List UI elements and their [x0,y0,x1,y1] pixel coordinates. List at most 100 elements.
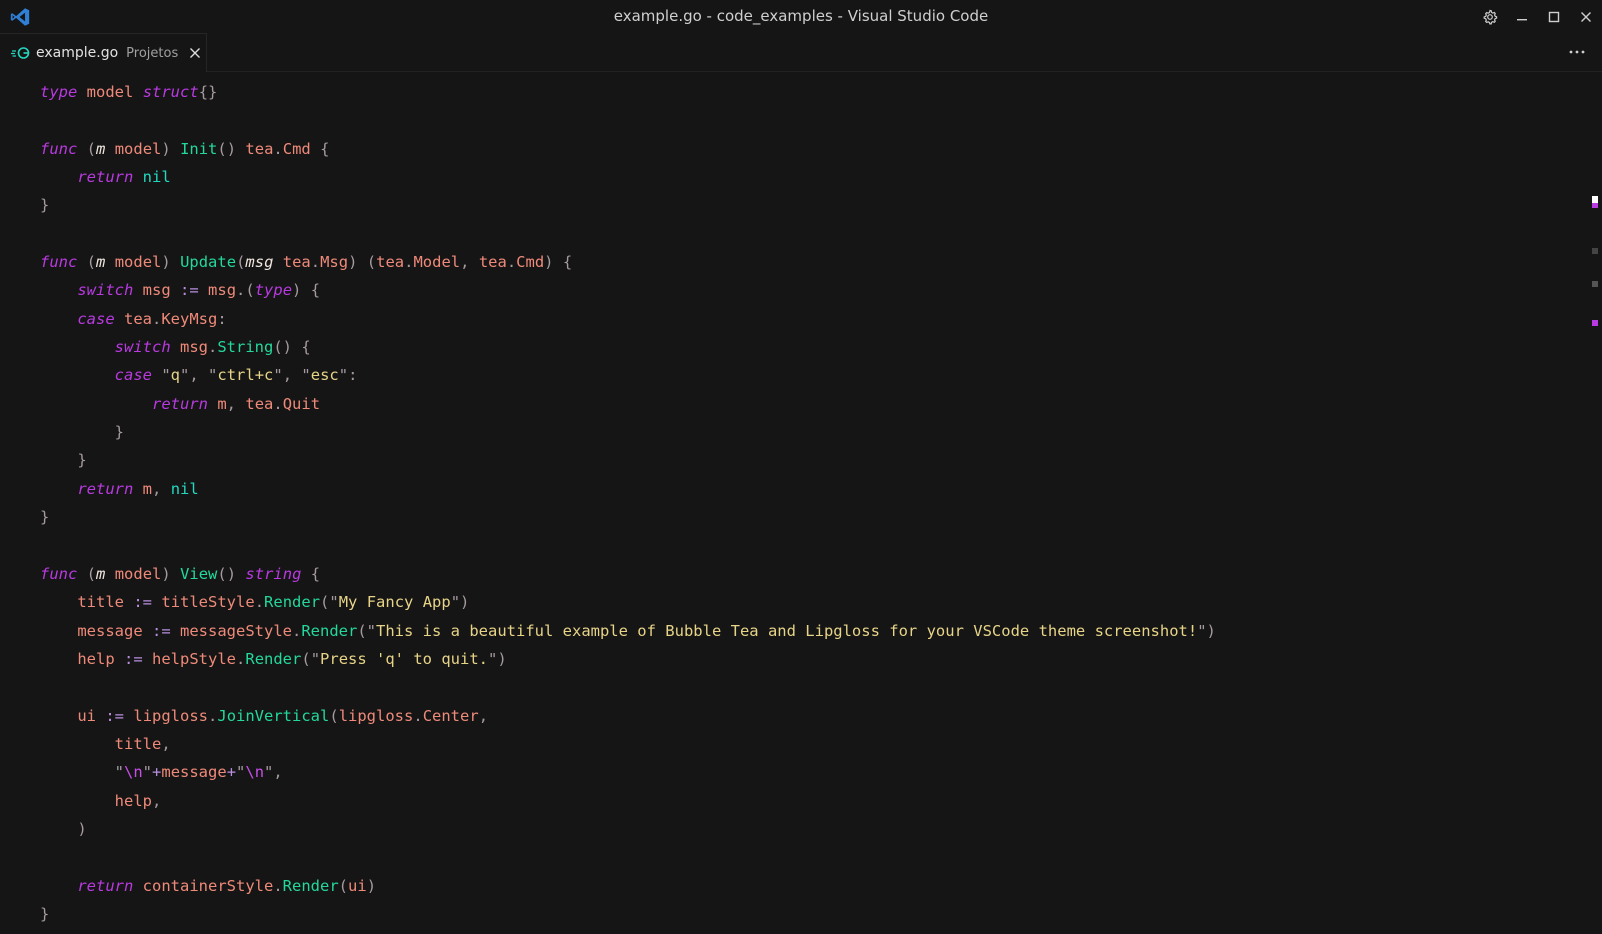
minimize-icon[interactable] [1506,0,1538,33]
code-token: func [40,253,78,272]
code-token: model [114,253,162,272]
code-line[interactable]: help, [40,787,1216,815]
overview-ruler[interactable] [1588,72,1602,934]
code-token: { [562,253,573,272]
code-line[interactable]: } [40,900,1216,928]
code-line[interactable]: return m, nil [40,475,1216,503]
code-line[interactable]: } [40,191,1216,219]
code-token: nil [170,479,199,498]
tab-example-go[interactable]: example.go Projetos [0,33,207,72]
code-token: containerStyle [142,876,274,895]
code-token: titleStyle [161,593,255,612]
code-line[interactable]: switch msg.String() { [40,333,1216,361]
code-token: type [40,83,78,101]
code-token: () [273,338,293,357]
close-icon[interactable] [187,45,203,61]
code-token: , [226,394,237,413]
code-line[interactable]: message := messageStyle.Render("This is … [40,617,1216,645]
code-token: {} [198,83,218,101]
code-token: Render [282,876,339,895]
code-token: . [292,621,302,640]
code-token: Msg [320,253,349,272]
code-line[interactable]: func (m model) View() string { [40,560,1216,588]
code-token: " [208,366,218,385]
window-close-icon[interactable] [1570,0,1602,33]
code-line[interactable]: help := helpStyle.Render("Press 'q' to q… [40,645,1216,673]
code-line[interactable]: ui := lipgloss.JoinVertical(lipgloss.Cen… [40,702,1216,730]
code-line[interactable]: title := titleStyle.Render("My Fancy App… [40,588,1216,616]
code-line[interactable] [40,843,1216,871]
code-token: ( [329,706,339,725]
code-token: . [506,253,517,272]
code-line[interactable] [40,220,1216,248]
code-line[interactable]: type model struct{} [40,78,1216,106]
code-token: := [180,281,199,300]
code-token: () [217,564,237,583]
code-token: ) [544,253,554,272]
code-token: { [301,338,311,357]
code-token: " [236,763,246,782]
code-line[interactable]: ) [40,815,1216,843]
code-content[interactable]: type model struct{} func (m model) Init(… [40,78,1216,928]
code-line[interactable]: return containerStyle.Render(ui) [40,872,1216,900]
code-token: View [180,564,218,583]
code-token: , [189,366,199,385]
code-line[interactable]: title, [40,730,1216,758]
code-line[interactable] [40,106,1216,134]
code-token: messageStyle [180,621,292,640]
code-token: ui [77,706,96,725]
gear-icon[interactable] [1474,0,1506,33]
code-line[interactable]: return m, tea.Quit [40,390,1216,418]
code-line[interactable]: case "q", "ctrl+c", "esc": [40,361,1216,389]
code-token: String [217,338,274,357]
code-token: Quit [282,394,321,413]
code-token: help [114,791,152,810]
maximize-icon[interactable] [1538,0,1570,33]
code-line[interactable] [40,532,1216,560]
code-line[interactable]: case tea.KeyMsg: [40,305,1216,333]
code-line[interactable]: return nil [40,163,1216,191]
code-line[interactable]: switch msg := msg.(type) { [40,276,1216,304]
code-token: esc [310,366,339,385]
code-token: { [310,281,321,300]
overview-marker [1592,281,1598,287]
code-token: , [273,763,283,782]
code-line[interactable]: func (m model) Update(msg tea.Msg) (tea.… [40,248,1216,276]
code-line[interactable]: } [40,418,1216,446]
code-line[interactable]: } [40,503,1216,531]
code-line[interactable] [40,673,1216,701]
ellipsis-icon[interactable] [1566,42,1588,62]
code-line[interactable]: "\n"+message+"\n", [40,758,1216,786]
window-controls [1474,0,1602,33]
code-token: lipgloss [133,706,209,725]
code-token: ) [77,819,87,838]
code-token: } [114,423,124,442]
code-token: return [77,876,134,895]
code-line[interactable]: func (m model) Init() tea.Cmd { [40,135,1216,163]
code-token: tea [245,139,274,158]
code-line[interactable]: } [40,446,1216,474]
code-editor[interactable]: type model struct{} func (m model) Init(… [0,72,1602,934]
go-file-icon [11,45,31,61]
